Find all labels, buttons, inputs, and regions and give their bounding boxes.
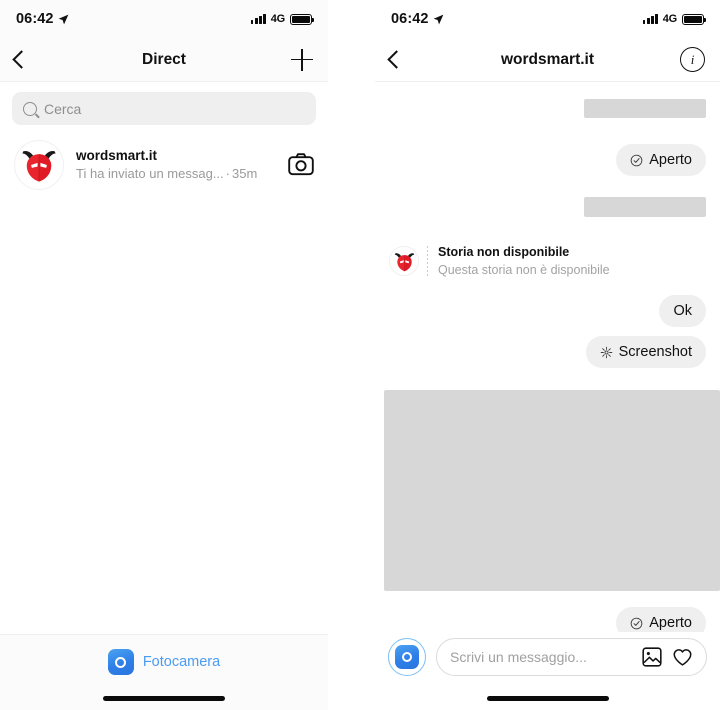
status-bar-left: 06:42 4G: [0, 0, 328, 38]
check-circle-icon: [630, 617, 643, 630]
network-label: 4G: [270, 13, 285, 25]
search-placeholder: Cerca: [44, 100, 82, 117]
nav-bar-left: Direct: [0, 38, 328, 82]
home-indicator: [486, 696, 609, 701]
list-item[interactable]: wordsmart.it Ti ha inviato un messag... ·…: [0, 131, 328, 199]
battery-full-icon: [290, 13, 315, 25]
message-input[interactable]: Scrivi un messaggio...: [436, 638, 707, 676]
status-bar-time: 06:42: [16, 11, 54, 27]
back-button[interactable]: [12, 50, 31, 69]
status-bar-indicators: 4G: [642, 13, 707, 25]
search-section: Cerca: [0, 82, 328, 131]
message-bubble-text: Ok: [673, 303, 692, 320]
conversation-info-button[interactable]: i: [680, 47, 705, 72]
signal-bars-icon: [250, 14, 266, 24]
thread-preview: Ti ha inviato un messag...: [76, 166, 224, 182]
message-row: Aperto: [375, 607, 720, 632]
camera-label: Fotocamera: [142, 654, 221, 670]
screenshot-notice-bubble[interactable]: Screenshot: [585, 336, 706, 369]
status-badge-label: Aperto: [649, 615, 692, 632]
heart-icon[interactable]: [672, 647, 693, 668]
search-icon: [23, 101, 37, 116]
thread-preview-line: Ti ha inviato un messag... · 35m: [76, 165, 276, 183]
status-bar-time-group: 06:42: [391, 11, 444, 27]
story-thread-divider: [427, 246, 428, 277]
message-list[interactable]: Aperto Storia non disponibile Questa sto…: [375, 82, 720, 632]
left-phone-screen: 06:42 4G Direct Cerca wordsmart.it Ti ha…: [0, 0, 328, 710]
photo-message-placeholder[interactable]: [384, 390, 720, 592]
image-icon[interactable]: [642, 647, 662, 667]
status-bar-right: 06:42 4G: [375, 0, 720, 38]
status-badge-label: Aperto: [649, 152, 692, 168]
camera-icon: [107, 649, 134, 675]
placeholder-message-bar: [584, 197, 706, 217]
story-title: Storia non disponibile: [438, 245, 570, 259]
camera-button[interactable]: [388, 638, 426, 676]
message-row: [375, 99, 720, 118]
network-label: 4G: [662, 13, 677, 25]
camera-bar[interactable]: Fotocamera: [0, 634, 328, 710]
dual-screenshot-canvas: 06:42 4G Direct Cerca wordsmart.it Ti ha…: [0, 0, 720, 710]
camera-icon[interactable]: [288, 152, 314, 178]
devil-mask-avatar: [16, 142, 62, 188]
message-composer: Scrivi un messaggio...: [375, 632, 720, 682]
story-reply-text-group: Storia non disponibile Questa storia non…: [438, 243, 610, 279]
message-bubble[interactable]: Ok: [659, 295, 706, 328]
page-title: Direct: [142, 50, 186, 68]
message-row: [375, 197, 720, 217]
message-row: [375, 390, 720, 592]
chevron-left-icon: [387, 50, 406, 69]
status-bar-time: 06:42: [391, 11, 429, 27]
avatar[interactable]: [14, 140, 64, 190]
conversation-title: wordsmart.it: [500, 50, 594, 68]
message-row: Aperto: [375, 144, 720, 176]
check-circle-icon: [630, 154, 643, 167]
search-input[interactable]: Cerca: [12, 92, 316, 125]
avatar[interactable]: [389, 246, 419, 277]
info-icon: i: [680, 47, 705, 72]
message-input-placeholder: Scrivi un messaggio...: [450, 649, 587, 665]
right-phone-screen: 06:42 4G wordsmart.it i Aperto Storia no…: [375, 0, 720, 710]
location-arrow-icon: [58, 14, 69, 25]
status-bar-indicators: 4G: [250, 13, 315, 25]
status-bar-time-group: 06:42: [16, 11, 69, 27]
thread-time: 35m: [232, 166, 258, 182]
status-badge[interactable]: Aperto: [616, 607, 706, 632]
plus-icon: [291, 48, 313, 71]
message-row: Ok: [375, 295, 720, 328]
sparkle-burst-icon: [600, 346, 613, 359]
home-indicator: [103, 696, 225, 701]
camera-button[interactable]: Fotocamera: [107, 649, 221, 675]
status-badge[interactable]: Aperto: [616, 144, 706, 176]
thread-username: wordsmart.it: [76, 147, 158, 163]
chevron-left-icon: [12, 50, 31, 69]
message-row: Screenshot: [375, 336, 720, 369]
story-reply-message[interactable]: Storia non disponibile Questa storia non…: [375, 243, 720, 279]
devil-mask-avatar: [391, 248, 418, 275]
camera-icon: [395, 645, 419, 669]
signal-bars-icon: [642, 14, 658, 24]
battery-full-icon: [682, 13, 707, 25]
new-message-button[interactable]: [291, 48, 313, 71]
screenshot-notice-label: Screenshot: [618, 344, 692, 361]
location-arrow-icon: [433, 14, 444, 25]
thread-separator: ·: [225, 166, 230, 182]
back-button[interactable]: [387, 50, 406, 69]
thread-text-group: wordsmart.it Ti ha inviato un messag... ·…: [76, 147, 276, 183]
placeholder-message-bar: [584, 99, 706, 118]
story-subtitle: Questa storia non è disponibile: [438, 263, 610, 278]
nav-bar-right: wordsmart.it i: [375, 38, 720, 82]
